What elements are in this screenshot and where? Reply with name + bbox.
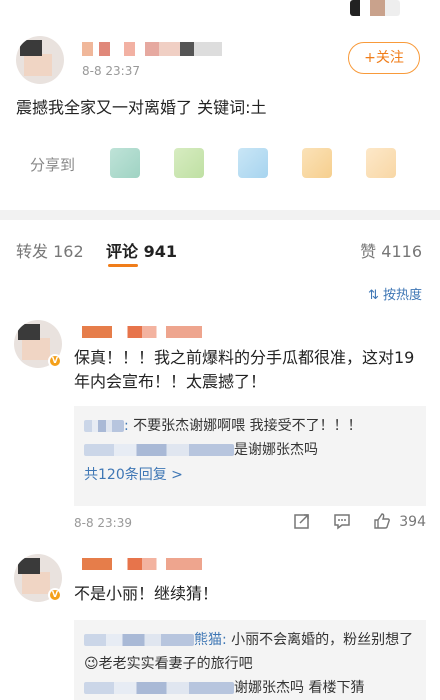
share-target-4-icon[interactable]: [302, 148, 332, 178]
author-avatar[interactable]: [16, 36, 64, 84]
tab-reposts-label: 转发: [16, 242, 49, 261]
comment-text: 不是小丽！继续猜！: [74, 584, 219, 603]
post-time: 8-8 23:37: [82, 64, 140, 78]
share-label: 分享到: [30, 156, 76, 174]
reply-box[interactable]: : 不要张杰谢娜啊喂 我接受不了！！！ 是谢娜张杰吗 共120条回复 >: [74, 406, 426, 506]
verified-badge-icon: V: [48, 354, 62, 368]
tab-comments-count: 941: [143, 242, 177, 261]
tab-likes-count: 4116: [381, 242, 422, 261]
tab-likes[interactable]: 赞 4116: [360, 238, 422, 262]
reply-user-pixelated[interactable]: [84, 682, 234, 694]
reply-text: 不要张杰谢娜啊喂 我接受不了！！！: [128, 418, 362, 434]
reply-1: : 不要张杰谢娜啊喂 我接受不了！！！: [84, 414, 416, 438]
sort-by-hot-button[interactable]: ⇅ 按热度: [368, 284, 422, 303]
reply-text: 是谢娜张杰吗: [234, 442, 318, 458]
commenter-name-pixelated[interactable]: [82, 558, 202, 570]
comment-footer: 8-8 23:39 394: [74, 512, 426, 536]
active-tab-indicator: [108, 264, 138, 267]
weibo-post-page: 8-8 23:37 +关注 震撼我全家又一对离婚了 关键词:土 分享到 转发 1…: [0, 0, 440, 700]
share-target-5-icon[interactable]: [366, 148, 396, 178]
reply-user-pixelated[interactable]: [84, 444, 234, 456]
reply-user-pixelated[interactable]: [84, 420, 124, 432]
follow-button[interactable]: +关注: [348, 42, 420, 74]
section-divider: [0, 210, 440, 220]
reply-user[interactable]: 熊猫:: [194, 632, 227, 648]
comment-time: 8-8 23:39: [74, 516, 132, 530]
reply-1: 熊猫: 小丽不会离婚的，粉丝别想了😉老老实实看妻子的旅行吧: [84, 628, 416, 676]
previous-content-strip: [0, 0, 440, 20]
sort-icon: ⇅: [367, 288, 379, 303]
reply-user-pixelated[interactable]: [84, 634, 194, 646]
tab-reposts-count: 162: [53, 242, 84, 261]
reply-text: 谢娜张杰吗 看楼下猜: [234, 680, 365, 696]
sort-label: 按热度: [382, 288, 422, 303]
tab-comments-label: 评论: [106, 242, 139, 261]
comment-text: 保真！！！我之前爆料的分手瓜都很准，这对19年内会宣布！！太震撼了！: [74, 348, 415, 391]
blurred-image: [350, 0, 400, 16]
verified-badge-icon: V: [48, 588, 62, 602]
reply-2: 谢娜张杰吗 看楼下猜: [84, 676, 416, 700]
tab-comments[interactable]: 评论 941: [106, 238, 177, 262]
author-name-pixelated[interactable]: [82, 42, 222, 56]
share-target-1-icon[interactable]: [110, 148, 140, 178]
share-target-3-icon[interactable]: [238, 148, 268, 178]
post-text: 震撼我全家又一对离婚了 关键词:土: [16, 98, 267, 117]
comment-icon[interactable]: [332, 512, 352, 532]
tab-reposts[interactable]: 转发 162: [16, 238, 84, 262]
share-row: 分享到: [30, 148, 432, 184]
share-target-2-icon[interactable]: [174, 148, 204, 178]
like-count: 394: [399, 514, 426, 530]
commenter-name-pixelated[interactable]: [82, 326, 202, 338]
reply-2: 是谢娜张杰吗: [84, 438, 416, 462]
thumbs-up-icon[interactable]: [372, 512, 392, 532]
post-tabs: 转发 162 评论 941 赞 4116: [0, 230, 440, 267]
share-icon[interactable]: [292, 512, 312, 532]
more-replies-link[interactable]: 共120条回复 >: [84, 462, 416, 488]
tab-likes-label: 赞: [360, 242, 377, 261]
reply-box[interactable]: 熊猫: 小丽不会离婚的，粉丝别想了😉老老实实看妻子的旅行吧 谢娜张杰吗 看楼下猜: [74, 620, 426, 700]
